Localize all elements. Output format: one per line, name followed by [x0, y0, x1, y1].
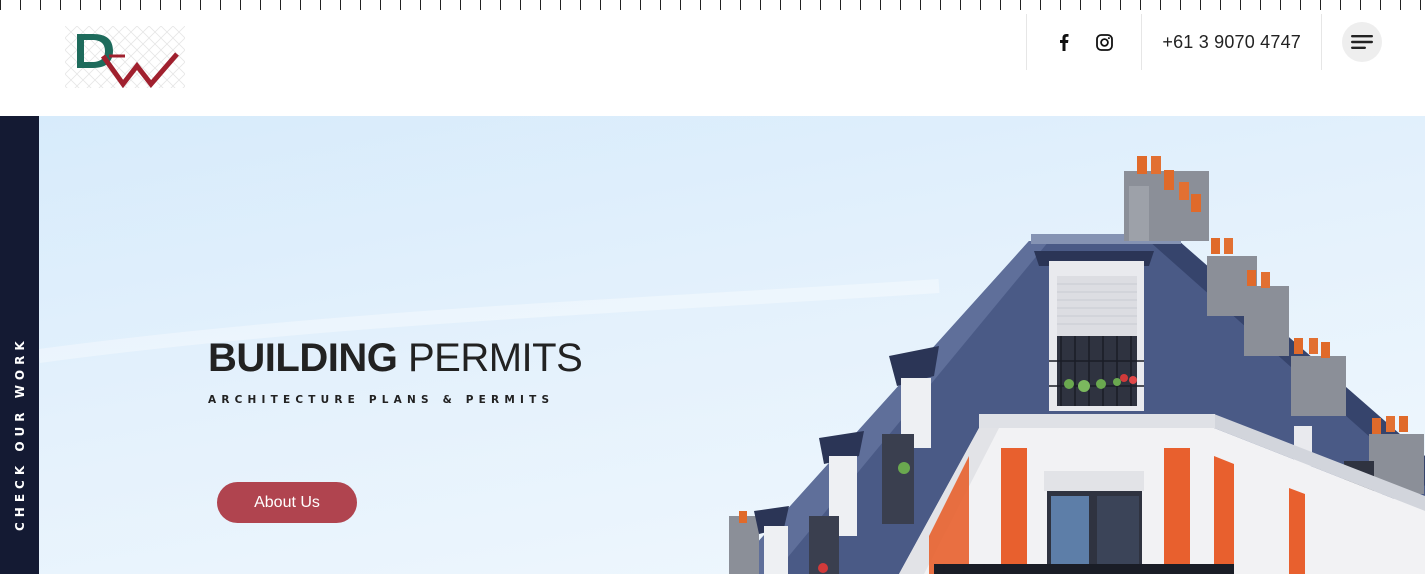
site-logo[interactable] — [65, 26, 185, 89]
facebook-icon[interactable] — [1055, 33, 1073, 51]
about-us-button[interactable]: About Us — [217, 482, 357, 523]
hero-title-bold: BUILDING — [208, 336, 398, 380]
instagram-icon[interactable] — [1095, 33, 1113, 51]
hamburger-menu-icon — [1351, 35, 1373, 49]
hero-banner: BUILDING PERMITS ARCHITECTURE PLANS & PE… — [39, 116, 1425, 574]
phone-number-link[interactable]: +61 3 9070 4747 — [1142, 14, 1321, 70]
check-our-work-link[interactable]: CHECK OUR WORK — [13, 336, 27, 531]
site-header: +61 3 9070 4747 — [0, 0, 1425, 116]
header-actions: +61 3 9070 4747 — [1026, 14, 1425, 70]
hero-title: BUILDING PERMITS — [208, 336, 583, 381]
hero-title-light: PERMITS — [407, 336, 583, 380]
hero-subtitle: ARCHITECTURE PLANS & PERMITS — [208, 394, 555, 406]
menu-wrapper — [1322, 14, 1425, 70]
social-links — [1027, 14, 1141, 70]
hamburger-menu-button[interactable] — [1342, 22, 1382, 62]
side-vertical-bar[interactable]: CHECK OUR WORK — [0, 116, 39, 574]
